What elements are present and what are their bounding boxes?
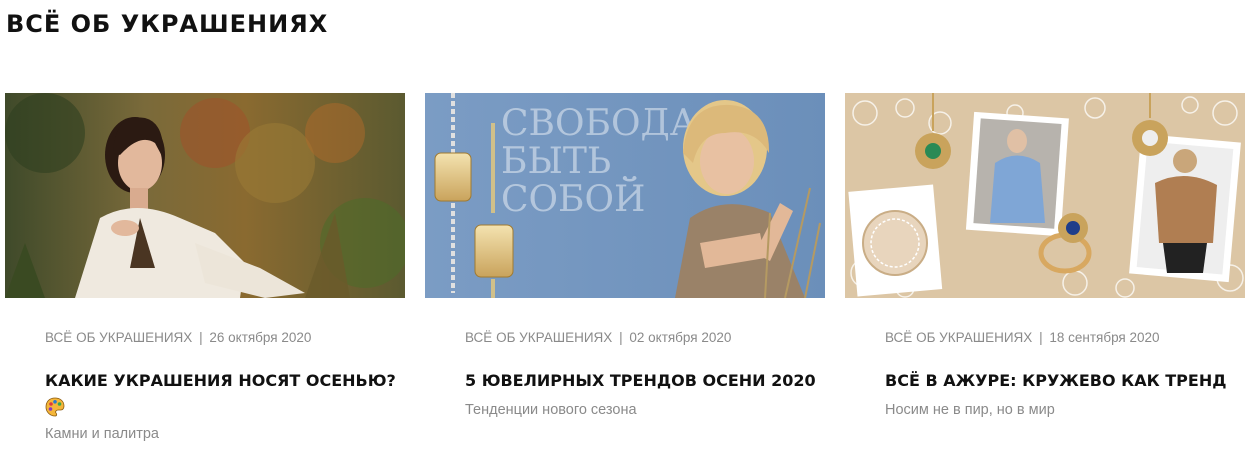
article-subtitle: Тенденции нового сезона: [465, 402, 637, 418]
article-title[interactable]: ВСЁ В АЖУРЕ: КРУЖЕВО КАК ТРЕНД: [885, 369, 1240, 393]
article-card-autumn-jewelry[interactable]: ВСЁ ОБ УКРАШЕНИЯХ | 26 октября 2020 КАКИ…: [5, 93, 405, 450]
meta-separator: |: [1039, 330, 1043, 345]
article-date: 02 октября 2020: [629, 330, 732, 345]
article-date: 18 сентября 2020: [1049, 330, 1160, 345]
article-cards: ВСЁ ОБ УКРАШЕНИЯХ | 26 октября 2020 КАКИ…: [5, 93, 1245, 450]
article-subtitle: Носим не в пир, но в мир: [885, 402, 1055, 418]
article-category[interactable]: ВСЁ ОБ УКРАШЕНИЯХ: [885, 330, 1032, 345]
article-image-lace[interactable]: [845, 93, 1245, 298]
banner-text-line-3: СОБОЙ: [501, 177, 645, 220]
article-title[interactable]: КАКИЕ УКРАШЕНИЯ НОСЯТ ОСЕНЬЮ?: [45, 369, 400, 417]
article-meta: ВСЁ ОБ УКРАШЕНИЯХ | 02 октября 2020: [465, 330, 731, 345]
article-subtitle: Камни и палитра: [45, 426, 159, 442]
article-image-autumn[interactable]: [5, 93, 405, 298]
lace-collage-jewelry: [845, 93, 1245, 298]
palette-emoji-icon: [45, 397, 65, 416]
woman-autumn-plants-photo: [5, 93, 405, 298]
banner-text-line-2: БЫТЬ: [501, 141, 611, 182]
meta-separator: |: [619, 330, 623, 345]
section-title: ВСЁ ОБ УКРАШЕНИЯХ: [6, 10, 329, 38]
article-title[interactable]: 5 ЮВЕЛИРНЫХ ТРЕНДОВ ОСЕНИ 2020: [465, 369, 820, 393]
article-title-text[interactable]: КАКИЕ УКРАШЕНИЯ НОСЯТ ОСЕНЬЮ?: [45, 371, 396, 390]
blonde-woman-earrings-banner: СВОБОДА БЫТЬ СОБОЙ: [425, 93, 825, 298]
article-image-trends[interactable]: СВОБОДА БЫТЬ СОБОЙ: [425, 93, 825, 298]
banner-text-line-1: СВОБОДА: [501, 103, 697, 144]
meta-separator: |: [199, 330, 203, 345]
article-card-lace-trend[interactable]: ВСЁ ОБ УКРАШЕНИЯХ | 18 сентября 2020 ВСЁ…: [845, 93, 1245, 450]
article-meta: ВСЁ ОБ УКРАШЕНИЯХ | 26 октября 2020: [45, 330, 311, 345]
article-category[interactable]: ВСЁ ОБ УКРАШЕНИЯХ: [45, 330, 192, 345]
article-card-trends-2020[interactable]: СВОБОДА БЫТЬ СОБОЙ ВСЁ ОБ УКРАШЕНИЯХ | 0…: [425, 93, 825, 450]
article-category[interactable]: ВСЁ ОБ УКРАШЕНИЯХ: [465, 330, 612, 345]
article-date: 26 октября 2020: [209, 330, 312, 345]
article-meta: ВСЁ ОБ УКРАШЕНИЯХ | 18 сентября 2020: [885, 330, 1160, 345]
